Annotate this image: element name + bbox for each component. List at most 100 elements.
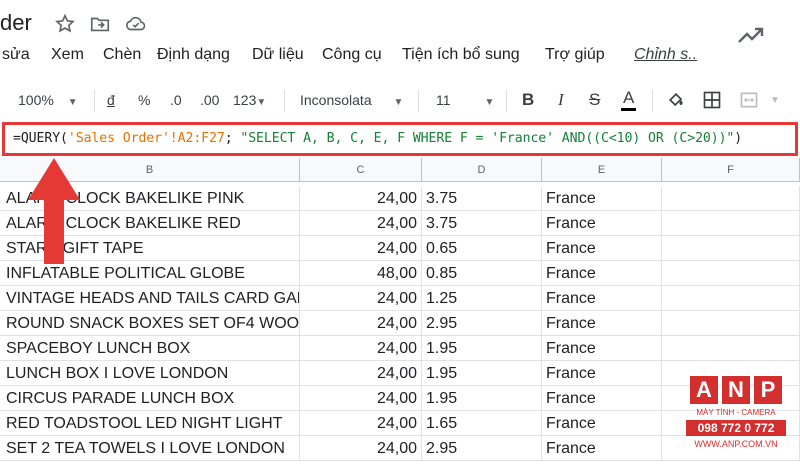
watermark-letter: A bbox=[690, 376, 718, 404]
watermark-phone: 098 772 0 772 bbox=[686, 420, 786, 436]
table-row: VINTAGE HEADS AND TAILS CARD GAME 24,00 … bbox=[0, 286, 800, 311]
title-bar: der bbox=[0, 0, 800, 44]
cell-price[interactable]: 1.95 bbox=[422, 336, 542, 361]
cell-quantity[interactable]: 24,00 bbox=[300, 386, 422, 411]
cell-quantity[interactable]: 24,00 bbox=[300, 311, 422, 336]
cell-quantity[interactable]: 24,00 bbox=[300, 411, 422, 436]
cell-product[interactable]: LUNCH BOX I LOVE LONDON bbox=[0, 361, 300, 386]
cell-country[interactable]: France bbox=[542, 311, 662, 336]
cell-product[interactable]: RED TOADSTOOL LED NIGHT LIGHT bbox=[0, 411, 300, 436]
table-row: LUNCH BOX I LOVE LONDON 24,00 1.95 Franc… bbox=[0, 361, 800, 386]
cell-empty[interactable] bbox=[662, 336, 800, 361]
cell-product[interactable]: CIRCUS PARADE LUNCH BOX bbox=[0, 386, 300, 411]
percent-format-button[interactable]: % bbox=[138, 92, 150, 108]
menu-data[interactable]: Dữ liệu bbox=[252, 46, 304, 64]
cell-price[interactable]: 0.85 bbox=[422, 261, 542, 286]
formula-text[interactable]: =QUERY('Sales Order'!A2:F27; "SELECT A, … bbox=[13, 131, 742, 146]
table-row: CIRCUS PARADE LUNCH BOX 24,00 1.95 Franc… bbox=[0, 386, 800, 411]
menu-help[interactable]: Trợ giúp bbox=[545, 46, 605, 64]
move-folder-icon[interactable] bbox=[89, 13, 111, 35]
column-header-d[interactable]: D bbox=[422, 158, 542, 182]
cell-country[interactable]: France bbox=[542, 386, 662, 411]
cell-quantity[interactable]: 24,00 bbox=[300, 436, 422, 461]
currency-format-button[interactable]: đ bbox=[107, 92, 115, 108]
cell-country[interactable]: France bbox=[542, 186, 662, 211]
table-row: INFLATABLE POLITICAL GLOBE 48,00 0.85 Fr… bbox=[0, 261, 800, 286]
cell-product[interactable]: VINTAGE HEADS AND TAILS CARD GAME bbox=[0, 286, 300, 311]
text-color-button[interactable]: A bbox=[621, 88, 637, 111]
cell-country[interactable]: France bbox=[542, 336, 662, 361]
cell-country[interactable]: France bbox=[542, 261, 662, 286]
cell-quantity[interactable]: 24,00 bbox=[300, 211, 422, 236]
menu-tools[interactable]: Công cụ bbox=[322, 46, 382, 64]
cell-empty[interactable] bbox=[662, 261, 800, 286]
menu-format[interactable]: Định dạng bbox=[157, 46, 230, 64]
trending-icon[interactable] bbox=[738, 26, 764, 44]
star-icon[interactable] bbox=[54, 13, 76, 35]
menu-view[interactable]: Xem bbox=[51, 46, 84, 64]
menu-insert[interactable]: Chèn bbox=[103, 46, 141, 64]
cell-product[interactable]: SPACEBOY LUNCH BOX bbox=[0, 336, 300, 361]
cell-price[interactable]: 1.25 bbox=[422, 286, 542, 311]
cell-quantity[interactable]: 24,00 bbox=[300, 336, 422, 361]
zoom-select[interactable]: 100% ▼ bbox=[18, 92, 78, 108]
increase-decimal-button[interactable]: .00 bbox=[200, 92, 219, 108]
cell-quantity[interactable]: 24,00 bbox=[300, 236, 422, 261]
bold-button[interactable]: B bbox=[522, 90, 534, 110]
menu-addons[interactable]: Tiện ích bổ sung bbox=[402, 46, 520, 64]
cell-empty[interactable] bbox=[662, 286, 800, 311]
formula-function: =QUERY( bbox=[13, 131, 68, 146]
column-header-e[interactable]: E bbox=[542, 158, 662, 182]
column-header-f[interactable]: F bbox=[662, 158, 800, 182]
cell-quantity[interactable]: 24,00 bbox=[300, 361, 422, 386]
cell-country[interactable]: France bbox=[542, 236, 662, 261]
cell-price[interactable]: 3.75 bbox=[422, 211, 542, 236]
column-header-c[interactable]: C bbox=[300, 158, 422, 182]
cell-price[interactable]: 1.95 bbox=[422, 386, 542, 411]
decrease-decimal-button[interactable]: .0 bbox=[170, 92, 182, 108]
borders-icon[interactable] bbox=[702, 90, 722, 110]
toolbar-divider bbox=[284, 90, 285, 112]
merge-dropdown-icon[interactable]: ▼ bbox=[770, 95, 780, 106]
cell-quantity[interactable]: 48,00 bbox=[300, 261, 422, 286]
menu-edit[interactable]: sửa bbox=[2, 46, 30, 64]
table-row: STARS GIFT TAPE 24,00 0.65 France bbox=[0, 236, 800, 261]
cell-product[interactable]: ROUND SNACK BOXES SET OF4 WOODLAND bbox=[0, 311, 300, 336]
toolbar-divider bbox=[418, 90, 419, 112]
cell-quantity[interactable]: 24,00 bbox=[300, 286, 422, 311]
cell-country[interactable]: France bbox=[542, 411, 662, 436]
formula-bar[interactable]: =QUERY('Sales Order'!A2:F27; "SELECT A, … bbox=[2, 122, 798, 156]
merge-cells-icon[interactable] bbox=[738, 90, 760, 110]
watermark-url: WWW.ANP.COM.VN bbox=[694, 439, 778, 449]
cell-empty[interactable] bbox=[662, 311, 800, 336]
fill-color-icon[interactable] bbox=[666, 90, 686, 110]
cell-empty[interactable] bbox=[662, 211, 800, 236]
toolbar-divider bbox=[652, 90, 653, 112]
cell-country[interactable]: France bbox=[542, 436, 662, 461]
document-title[interactable]: der bbox=[0, 10, 32, 36]
cell-quantity[interactable]: 24,00 bbox=[300, 186, 422, 211]
table-row: RED TOADSTOOL LED NIGHT LIGHT 24,00 1.65… bbox=[0, 411, 800, 436]
table-row: SPACEBOY LUNCH BOX 24,00 1.95 France bbox=[0, 336, 800, 361]
last-edit-link[interactable]: Chỉnh s.. bbox=[634, 46, 697, 64]
cell-product[interactable]: SET 2 TEA TOWELS I LOVE LONDON bbox=[0, 436, 300, 461]
cell-country[interactable]: France bbox=[542, 361, 662, 386]
cell-empty[interactable] bbox=[662, 236, 800, 261]
cell-empty[interactable] bbox=[662, 186, 800, 211]
strikethrough-button[interactable]: S bbox=[589, 90, 600, 110]
cell-country[interactable]: France bbox=[542, 211, 662, 236]
cell-country[interactable]: France bbox=[542, 286, 662, 311]
number-format-select[interactable]: 123▼ bbox=[233, 92, 266, 108]
cell-price[interactable]: 0.65 bbox=[422, 236, 542, 261]
table-row: ROUND SNACK BOXES SET OF4 WOODLAND 24,00… bbox=[0, 311, 800, 336]
italic-button[interactable]: I bbox=[558, 90, 564, 110]
font-family-select[interactable]: Inconsolata ▼ bbox=[300, 92, 403, 108]
cell-price[interactable]: 3.75 bbox=[422, 186, 542, 211]
cell-price[interactable]: 1.95 bbox=[422, 361, 542, 386]
font-size-select[interactable]: 11 ▼ bbox=[436, 92, 494, 108]
cell-price[interactable]: 2.95 bbox=[422, 436, 542, 461]
cloud-saved-icon[interactable] bbox=[125, 13, 147, 35]
watermark-tagline: MÁY TÍNH - CAMERA bbox=[696, 408, 776, 417]
cell-price[interactable]: 1.65 bbox=[422, 411, 542, 436]
cell-price[interactable]: 2.95 bbox=[422, 311, 542, 336]
